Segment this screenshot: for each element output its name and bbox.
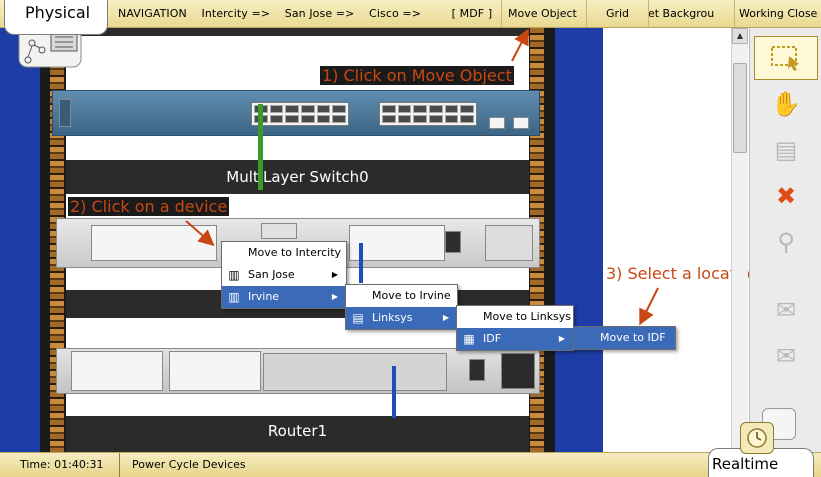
power-socket — [485, 225, 533, 261]
realtime-mode-label: Realtime — [712, 455, 779, 473]
status-bar: Time: 01:40:31 Power Cycle Devices — [0, 452, 821, 477]
menu-item-move-to-irvine[interactable]: Move to Irvine — [346, 285, 457, 307]
navigation-path: NAVIGATION Intercity => San Jose => Cisc… — [118, 7, 503, 20]
inspect-button[interactable]: ⚲ — [754, 220, 818, 264]
tool-palette: ✋ ▤ ✖ ⚲ ✉ ✉ — [749, 28, 821, 452]
closet-icon: ▦ — [463, 332, 475, 346]
switch-port-block — [251, 102, 349, 126]
place-note-button[interactable]: ▤ — [754, 128, 818, 172]
switch-port-block — [379, 102, 477, 126]
city-icon: ▥ — [228, 290, 240, 304]
switch-led-panel — [59, 99, 71, 127]
switch-uplink-port — [489, 117, 505, 129]
router-label: Router1 — [267, 422, 328, 440]
move-layout-button[interactable]: ✋ — [754, 82, 818, 126]
idf-submenu: Move to IDF — [573, 326, 676, 350]
nav-mdf[interactable]: [ MDF ] — [452, 7, 493, 20]
switch-uplink-port — [513, 117, 529, 129]
menu-item-move-to-linksys[interactable]: Move to Linksys — [457, 306, 573, 328]
menu-item-linksys[interactable]: ▤ Linksys ▶ — [346, 307, 457, 329]
router-port — [261, 223, 297, 239]
add-simple-pdu-button[interactable]: ✉ — [754, 288, 818, 332]
top-toolbar: NAVIGATION Intercity => San Jose => Cisc… — [0, 0, 821, 28]
annotation-step-2: 2) Click on a device — [68, 197, 230, 216]
move-context-menu: Move to Intercity ▥ San Jose ▶ ▥ Irvine ▶ — [221, 241, 347, 309]
simple-pdu-icon: ✉ — [775, 296, 797, 324]
router-module-slot — [71, 351, 163, 391]
blue-cable — [359, 243, 363, 283]
move-object-button[interactable]: Move Object — [501, 0, 586, 27]
router-label-panel: Router1 — [66, 416, 529, 452]
delete-button[interactable]: ✖ — [754, 174, 818, 218]
menu-item-idf[interactable]: ▦ IDF ▶ — [457, 328, 573, 350]
power-socket — [501, 353, 535, 389]
set-background-button[interactable]: Set Backgrou — [648, 0, 734, 27]
menu-item-irvine[interactable]: ▥ Irvine ▶ — [222, 286, 346, 308]
working-closet-button[interactable]: Working Close — [734, 0, 821, 27]
annotation-step-1: 1) Click on Move Object — [320, 66, 514, 85]
multilayer-switch[interactable] — [52, 90, 540, 136]
nav-label: NAVIGATION — [118, 7, 187, 20]
nav-intercity[interactable]: Intercity => — [201, 7, 270, 20]
arrow-to-location — [639, 287, 659, 326]
physical-mode-label: Physical — [25, 3, 91, 22]
nav-san-jose[interactable]: San Jose => — [285, 7, 355, 20]
complex-pdu-icon: ✉ — [775, 342, 797, 370]
router-module-slot — [349, 225, 445, 261]
switch-label: MultiLayer Switch0 — [226, 168, 369, 186]
power-switch — [469, 359, 485, 381]
submenu-arrow-icon: ▶ — [442, 313, 449, 322]
menu-item-move-to-idf[interactable]: Move to IDF — [574, 327, 675, 349]
scroll-up-icon[interactable]: ▲ — [732, 28, 748, 44]
router-interface-panel — [263, 353, 447, 391]
physical-mode-tab[interactable]: Physical — [4, 0, 108, 35]
menu-item-san-jose[interactable]: ▥ San Jose ▶ — [222, 264, 346, 286]
router-module-slot — [169, 351, 261, 391]
city-icon: ▥ — [228, 268, 240, 282]
vertical-scrollbar[interactable]: ▲ — [731, 28, 748, 452]
linksys-submenu: Move to Linksys ▦ IDF ▶ — [456, 305, 574, 351]
power-switch — [445, 231, 461, 253]
rack-panel — [66, 28, 529, 36]
building-icon: ▤ — [352, 311, 364, 325]
menu-item-move-to-intercity[interactable]: Move to Intercity — [222, 242, 346, 264]
rack-slot — [66, 36, 529, 64]
power-cycle-devices-button[interactable]: Power Cycle Devices — [120, 453, 280, 477]
scroll-thumb[interactable] — [733, 63, 747, 153]
select-icon — [771, 46, 799, 71]
blue-cable — [392, 366, 396, 418]
irvine-submenu: Move to Irvine ▤ Linksys ▶ — [345, 284, 458, 330]
submenu-arrow-icon: ▶ — [558, 334, 565, 343]
delete-icon: ✖ — [775, 182, 797, 210]
simulation-time: Time: 01:40:31 — [4, 453, 120, 477]
add-complex-pdu-button[interactable]: ✉ — [754, 334, 818, 378]
router-module-slot — [91, 225, 217, 261]
nav-cisco[interactable]: Cisco => — [369, 7, 421, 20]
grid-button[interactable]: Grid — [586, 0, 648, 27]
hand-icon: ✋ — [771, 90, 801, 118]
realtime-clock-icon[interactable] — [740, 422, 774, 454]
note-icon: ▤ — [774, 136, 798, 164]
switch-label-panel: MultiLayer Switch0 — [66, 160, 529, 194]
select-tool-button[interactable] — [754, 36, 818, 80]
submenu-arrow-icon: ▶ — [331, 270, 338, 279]
submenu-arrow-icon: ▶ — [331, 292, 338, 301]
inspect-icon: ⚲ — [777, 228, 795, 256]
green-cable — [258, 104, 263, 190]
physical-workspace[interactable]: MultiLayer Switch0 Router1 1) Click on M… — [0, 28, 760, 452]
router1-device[interactable] — [56, 348, 540, 394]
